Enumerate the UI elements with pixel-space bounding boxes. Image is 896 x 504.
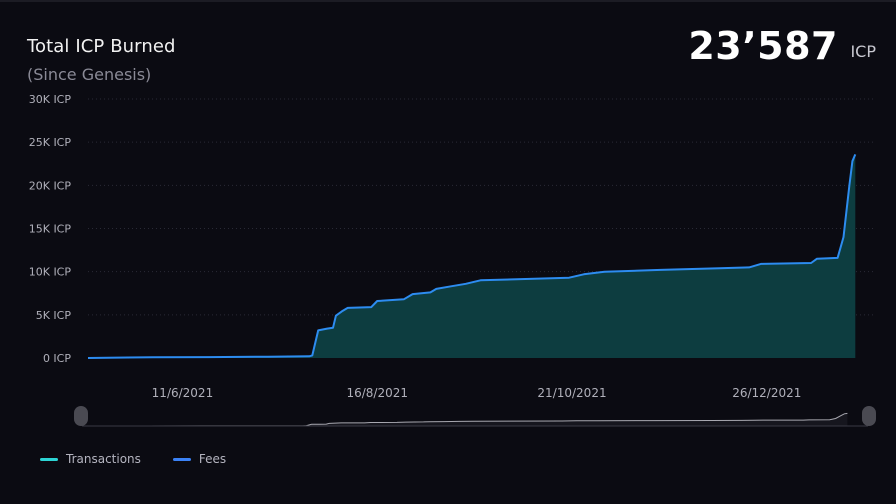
x-axis-labels: 11/6/2021 16/8/2021 21/10/2021 26/12/2021 xyxy=(152,386,802,400)
legend-item-fees[interactable]: Fees xyxy=(172,452,227,466)
legend-item-transactions[interactable]: Transactions xyxy=(40,452,141,466)
navigator-handle-right[interactable] xyxy=(862,406,876,426)
y-tick-label: 0 ICP xyxy=(43,352,71,365)
legend-swatch-fees xyxy=(172,457,191,461)
legend-label-fees: Fees xyxy=(198,452,227,466)
chart-legend: Transactions Fees xyxy=(40,452,226,466)
navigator-handle-left[interactable] xyxy=(74,406,88,426)
x-tick-label: 26/12/2021 xyxy=(732,386,801,400)
y-tick-label: 10K ICP xyxy=(29,266,72,279)
y-tick-label: 30K ICP xyxy=(29,93,72,106)
y-tick-label: 5K ICP xyxy=(36,309,72,322)
burn-chart: 0 ICP 5K ICP 10K ICP 15K ICP 20K ICP 25K ICP 3… xyxy=(29,93,876,427)
x-tick-label: 21/10/2021 xyxy=(537,386,606,400)
x-tick-label: 16/8/2021 xyxy=(346,386,408,400)
y-tick-label: 15K ICP xyxy=(29,223,72,236)
y-tick-label: 20K ICP xyxy=(29,179,72,192)
chart-card: Total ICP Burned (Since Genesis) 23’587 … xyxy=(0,0,896,502)
legend-label-transactions: Transactions xyxy=(66,452,141,466)
navigator-area xyxy=(82,413,848,426)
range-navigator xyxy=(74,406,876,427)
y-tick-label: 25K ICP xyxy=(29,136,72,149)
x-tick-label: 11/6/2021 xyxy=(152,386,214,400)
y-axis-labels: 0 ICP 5K ICP 10K ICP 15K ICP 20K ICP 25K ICP 3… xyxy=(29,93,72,365)
legend-swatch-transactions xyxy=(40,457,58,461)
